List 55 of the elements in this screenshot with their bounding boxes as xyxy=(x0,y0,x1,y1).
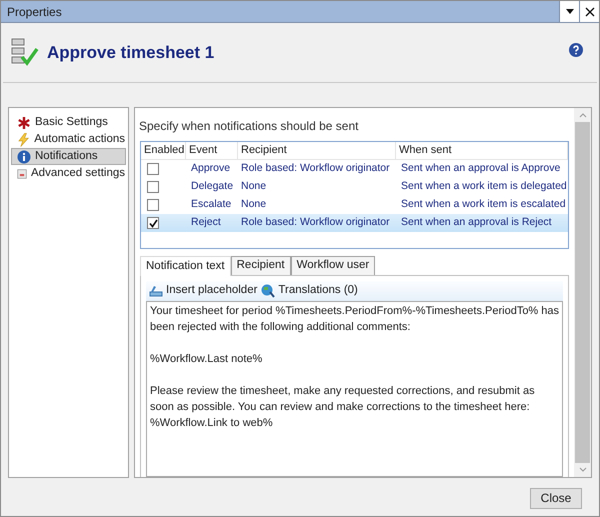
column-header[interactable]: When sent xyxy=(396,142,568,159)
close-dialog-button[interactable]: Close xyxy=(530,488,582,508)
scrollbar-thumb[interactable] xyxy=(575,122,590,463)
message-paragraph: Please review the timesheet, make any requested corrections, and resubmit as soon as possible. You can review and make corrections to the timesheet here: %Workflow.Link to web% xyxy=(150,384,536,431)
asterisk-icon xyxy=(17,116,31,130)
recipient-cell-text: Role based: Workflow originator xyxy=(240,161,391,176)
when-sent-cell-text: Sent when a work item is escalated xyxy=(400,197,567,212)
tab[interactable]: Notification text xyxy=(140,256,231,276)
info-icon xyxy=(17,150,31,164)
close-icon xyxy=(584,6,594,16)
event-cell-text: Reject xyxy=(190,215,222,230)
recipient-cell-text: Role based: Workflow originator xyxy=(240,215,391,230)
event-cell-text: Approve xyxy=(190,161,232,176)
tab[interactable]: Workflow user xyxy=(290,256,376,275)
column-header[interactable]: Enabled xyxy=(141,142,186,159)
message-paragraph: Your timesheet for period %Timesheets.PeriodFrom%-%Timesheets.PeriodTo% has been rejected with the following additional comments: xyxy=(150,304,559,335)
dialog-heading: Approve timesheet 1 xyxy=(47,42,216,64)
when-sent-cell-text: Sent when an approval is Approve xyxy=(400,161,562,176)
event-cell-text: Escalate xyxy=(190,197,232,212)
checkbox[interactable] xyxy=(147,199,159,211)
sidebar-item[interactable]: Advanced settings xyxy=(11,165,126,182)
translations-button[interactable]: Translations (0) xyxy=(261,282,358,300)
document-icon xyxy=(17,166,28,180)
checkbox[interactable] xyxy=(147,217,159,229)
sidebar-item[interactable]: Automatic actions xyxy=(11,131,126,148)
scrollbar[interactable] xyxy=(574,108,591,477)
checkmark-icon xyxy=(148,218,158,228)
sidebar-item[interactable]: Notifications xyxy=(11,148,126,165)
message-text-area[interactable] xyxy=(146,301,563,477)
recipient-cell-text: None xyxy=(240,179,268,194)
caret-icon xyxy=(566,9,574,14)
table-row[interactable]: Delegate None Sent when a work item is delegated xyxy=(141,178,568,196)
when-sent-cell-text: Sent when an approval is Reject xyxy=(400,215,553,230)
event-cell-text: Delegate xyxy=(190,179,234,194)
checkbox[interactable] xyxy=(147,163,159,175)
lightning-icon xyxy=(17,132,30,146)
insert-placeholder-button[interactable]: Insert placeholder xyxy=(149,282,258,300)
when-sent-cell-text: Sent when a work item is delegated xyxy=(400,179,568,194)
section-heading: Specify when notifications should be sent xyxy=(139,118,360,135)
workflow-check-icon xyxy=(11,38,39,68)
recipient-cell-text: None xyxy=(240,197,268,212)
column-header[interactable]: Event xyxy=(186,142,238,159)
sidebar-item[interactable]: Basic Settings xyxy=(11,114,126,131)
dropdown-button[interactable] xyxy=(559,1,579,22)
table-row[interactable]: Escalate None Sent when a work item is escalated xyxy=(141,196,568,214)
message-paragraph: %Workflow.Last note% xyxy=(150,352,264,367)
window-title: Properties xyxy=(6,4,63,20)
close-button[interactable] xyxy=(579,1,599,22)
checkbox[interactable] xyxy=(147,181,159,193)
tab[interactable]: Recipient xyxy=(230,256,291,275)
help-icon[interactable] xyxy=(569,42,583,56)
table-row[interactable]: Approve Role based: Workflow originator Sent when an approval is Approve xyxy=(141,160,568,178)
pen-icon xyxy=(149,285,163,297)
table-row[interactable]: Reject Role based: Workflow originator Sent when an approval is Reject xyxy=(141,214,568,232)
column-header[interactable]: Recipient xyxy=(238,142,396,159)
